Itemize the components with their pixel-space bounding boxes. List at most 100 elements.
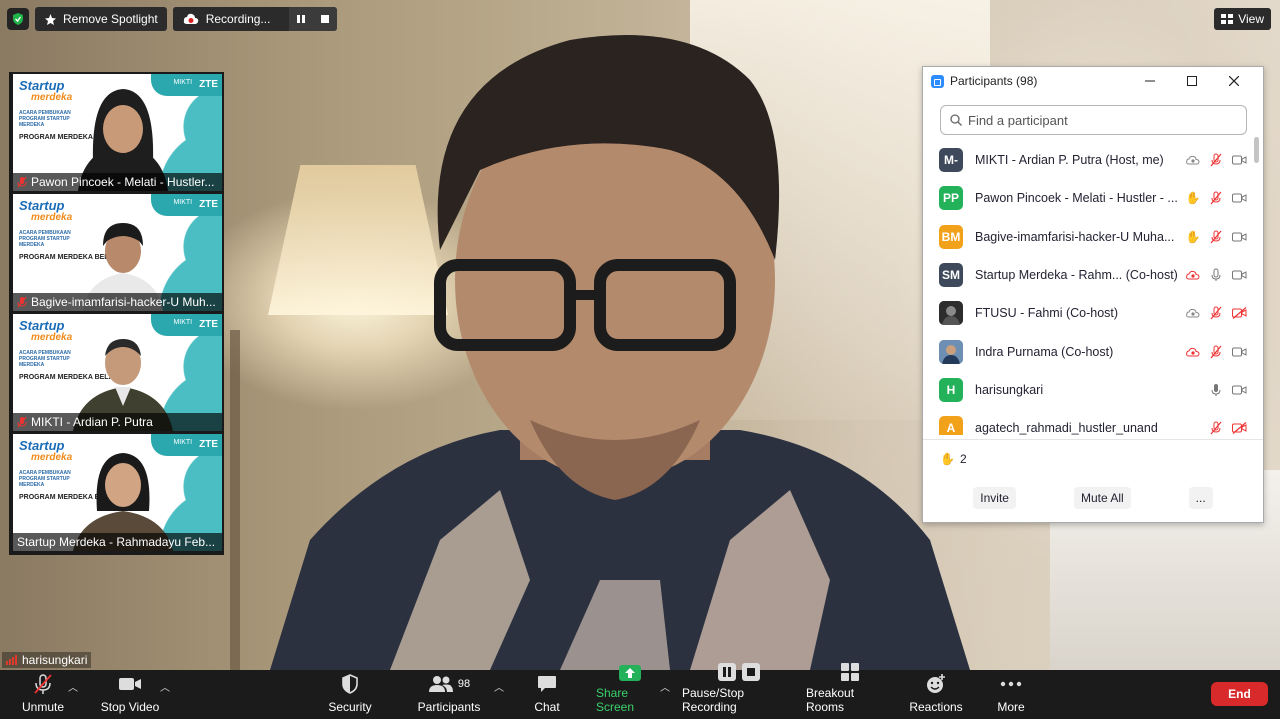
reactions-button[interactable]: Reactions <box>909 670 963 719</box>
muted-mic-icon[interactable] <box>1208 152 1224 168</box>
muted-mic-icon[interactable] <box>1208 344 1224 360</box>
more-button[interactable]: More <box>991 670 1031 719</box>
chat-icon <box>538 676 556 692</box>
muted-mic-icon[interactable] <box>1208 190 1224 206</box>
end-meeting-button[interactable]: End <box>1211 682 1268 706</box>
participant-name: MIKTI - Ardian P. Putra (Host, me) <box>975 153 1164 168</box>
raised-hand-icon: ✋ <box>1185 229 1201 244</box>
breakout-rooms-button[interactable]: Breakout Rooms <box>806 663 894 719</box>
participants-options-caret[interactable]: ︿ <box>494 679 504 694</box>
search-icon <box>950 114 962 126</box>
audio-options-caret[interactable]: ︿ <box>68 679 78 694</box>
raised-hand-icon: ✋ <box>1185 191 1201 206</box>
brand-logos: MIKTI ZTE <box>173 439 218 450</box>
share-screen-icon <box>619 665 641 681</box>
recording-cloud-icon <box>1185 152 1201 168</box>
thumbnail-caption: Bagive-imamfarisi-hacker-U Muh... <box>13 293 222 311</box>
video-camera-icon[interactable] <box>1231 152 1247 168</box>
participant-row[interactable]: BM Bagive-imamfarisi-hacker-U Muha... ✋ <box>923 218 1255 256</box>
startup-merdeka-logo: Startup merdeka <box>19 78 73 103</box>
video-off-icon[interactable] <box>1231 305 1247 321</box>
participant-name: Pawon Pincoek - Melati - Hustler - ... <box>975 191 1178 206</box>
maximize-button[interactable] <box>1171 67 1213 95</box>
stop-video-label: Stop Video <box>100 700 160 714</box>
spotlight-icon <box>45 13 56 25</box>
video-camera-icon[interactable] <box>1231 382 1247 398</box>
stop-icon <box>320 15 329 23</box>
unmute-button[interactable]: Unmute <box>18 670 68 719</box>
muted-mic-icon[interactable] <box>1208 229 1224 245</box>
thumbnail-video[interactable]: Startup merdeka MIKTI ZTE ACARA PEMBUKAAN … <box>13 434 222 551</box>
participant-row[interactable]: H harisungkari <box>923 371 1255 409</box>
profile-photo <box>939 339 963 364</box>
remove-spotlight-button[interactable]: Remove Spotlight <box>35 7 167 31</box>
video-camera-icon[interactable] <box>1231 229 1247 245</box>
participant-row[interactable]: FTUSU - Fahmi (Co-host) <box>923 294 1255 332</box>
stop-recording-button[interactable] <box>312 7 337 31</box>
avatar: H <box>939 377 963 402</box>
invite-button[interactable]: Invite <box>973 487 1016 509</box>
video-camera-icon[interactable] <box>1231 267 1247 283</box>
participant-name: agatech_rahmadi_hustler_unand <box>975 421 1158 435</box>
video-thumbnails: Startup merdeka MIKTI ZTE ACARA PEMBUKAAN … <box>9 72 224 555</box>
mic-icon[interactable] <box>1208 267 1224 283</box>
participant-row[interactable]: PP Pawon Pincoek - Melati - Hustler - ..… <box>923 179 1255 217</box>
recording-cloud-icon <box>1185 305 1201 321</box>
more-options-button[interactable]: ... <box>1188 487 1213 509</box>
startup-merdeka-logo: Startup merdeka <box>19 198 73 223</box>
active-speaker-label: harisungkari <box>2 652 92 668</box>
security-button[interactable]: Security <box>325 670 375 719</box>
close-button[interactable] <box>1213 67 1255 95</box>
thumbnail-video[interactable]: Startup merdeka MIKTI ZTE ACARA PEMBUKAAN … <box>13 74 222 191</box>
thumbnail-video[interactable]: Startup merdeka MIKTI ZTE ACARA PEMBUKAAN … <box>13 314 222 431</box>
pause-icon <box>296 15 305 23</box>
participants-button[interactable]: 98 Participants <box>416 670 482 719</box>
pause-recording-label: Pause/Stop Recording <box>682 686 745 714</box>
stop-video-button[interactable]: Stop Video <box>98 670 162 719</box>
audio-level-icon <box>6 655 17 665</box>
profile-photo <box>939 301 963 326</box>
participant-list-scrollbar[interactable] <box>1253 137 1259 437</box>
share-screen-label: Share Screen <box>596 686 635 714</box>
recording-indicator: Recording... <box>172 7 337 31</box>
participant-row[interactable]: M- MIKTI - Ardian P. Putra (Host, me) <box>923 141 1255 179</box>
pause-stop-recording-button[interactable]: Pause/Stop Recording <box>682 663 796 719</box>
muted-mic-icon[interactable] <box>1208 420 1224 435</box>
raised-hands-count: 2 <box>959 452 967 466</box>
brand-logos: MIKTI ZTE <box>173 319 218 330</box>
video-options-caret[interactable]: ︿ <box>160 679 170 694</box>
mic-icon[interactable] <box>1208 382 1224 398</box>
participant-name: FTUSU - Fahmi (Co-host) <box>975 306 1119 321</box>
participant-row[interactable]: Indra Purnama (Co-host) <box>923 332 1255 370</box>
security-shield-icon[interactable] <box>7 8 29 30</box>
speaker-figure <box>270 35 970 670</box>
view-button[interactable]: View <box>1214 8 1271 30</box>
video-off-icon[interactable] <box>1231 420 1247 435</box>
mute-all-button[interactable]: Mute All <box>1073 487 1131 509</box>
video-camera-icon <box>119 678 141 690</box>
minimize-button[interactable] <box>1129 67 1171 95</box>
pause-recording-button[interactable] <box>288 7 313 31</box>
video-camera-icon[interactable] <box>1231 190 1247 206</box>
muted-mic-icon[interactable] <box>1208 305 1224 321</box>
panel-titlebar: Participants (98) <box>923 67 1263 95</box>
thumbnail-caption: Startup Merdeka - Rahmadayu Feb... <box>13 533 222 551</box>
breakout-rooms-icon <box>841 663 859 681</box>
participant-search-input[interactable]: Find a participant <box>940 105 1247 135</box>
share-options-caret[interactable]: ︿ <box>660 679 670 694</box>
thumbnail-caption: MIKTI - Ardian P. Putra <box>13 413 222 431</box>
startup-merdeka-logo: Startup merdeka <box>19 438 73 463</box>
close-icon <box>1229 76 1239 86</box>
thumbnail-video[interactable]: Startup merdeka MIKTI ZTE ACARA PEMBUKAAN … <box>13 194 222 311</box>
meeting-toolbar: Unmute ︿ Stop Video ︿ Security 98 Partic… <box>0 663 1280 719</box>
participant-name: Indra Purnama (Co-host) <box>975 344 1114 359</box>
video-camera-icon[interactable] <box>1231 344 1247 360</box>
participant-name: harisungkari <box>975 382 1044 397</box>
participant-row[interactable]: A agatech_rahmadi_hustler_unand <box>923 409 1255 435</box>
chat-button[interactable]: Chat <box>527 670 567 719</box>
share-screen-button[interactable]: Share Screen <box>596 665 664 719</box>
thumbnail-name: Pawon Pincoek - Melati - Hustler... <box>31 175 215 189</box>
more-icon <box>1000 681 1022 687</box>
breakout-rooms-label: Breakout Rooms <box>806 686 855 714</box>
participant-row[interactable]: SM Startup Merdeka - Rahm... (Co-host) <box>923 256 1255 294</box>
